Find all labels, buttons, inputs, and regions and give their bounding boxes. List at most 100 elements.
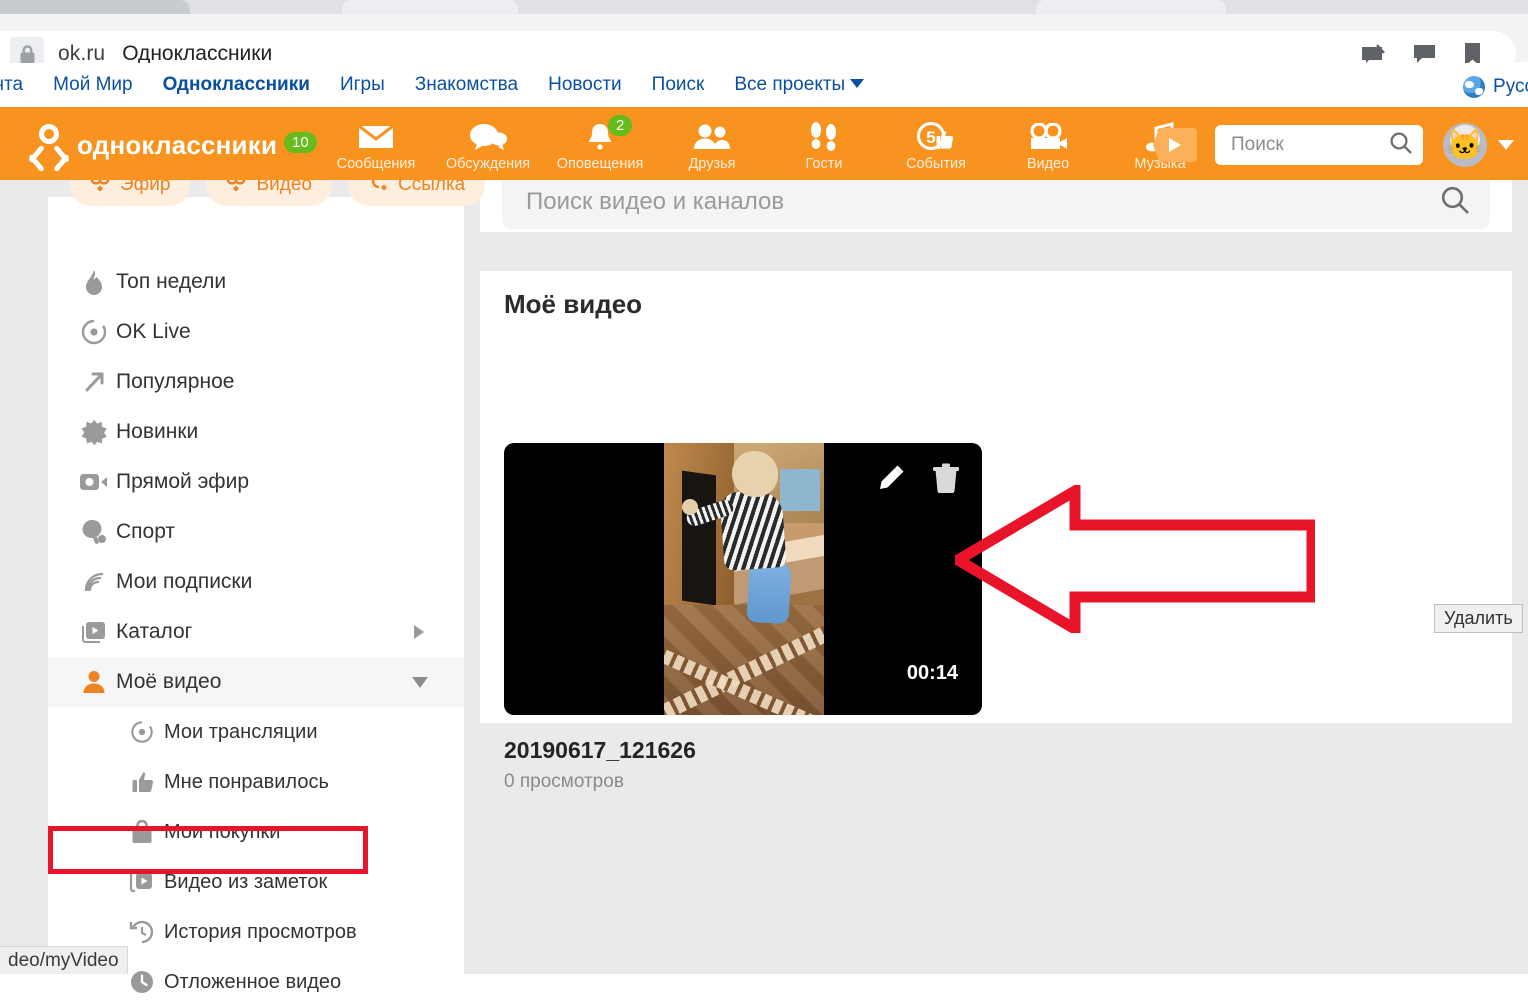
portal-link-novosti[interactable]: Новости <box>548 74 622 96</box>
sidebar-item-top-nedeli[interactable]: Топ недели <box>48 257 464 307</box>
cat-avatar-glyph: 🐱 <box>1446 131 1483 161</box>
chevron-down-icon[interactable] <box>1498 140 1514 150</box>
notifications-badge: 2 <box>608 115 632 136</box>
page-body: Топ недели OK Live Популярное Новинки Пр <box>0 180 1528 974</box>
nav-label: Гости <box>806 156 843 172</box>
video-thumbnail[interactable]: 00:14 <box>504 443 982 715</box>
sidebar-item-video-iz-zametok[interactable]: Видео из заметок <box>48 857 464 907</box>
sidebar-item-populyarnoe[interactable]: Популярное <box>48 357 464 407</box>
browser-tab[interactable] <box>0 0 190 14</box>
ping-pong-icon <box>72 519 116 545</box>
portal-link-poisk[interactable]: Поиск <box>652 74 705 96</box>
sidebar-item-label: Прямой эфир <box>116 470 249 494</box>
sidebar-item-sport[interactable]: Спорт <box>48 507 464 557</box>
bag-icon <box>120 820 164 844</box>
sidebar-item-moi-translyatsii[interactable]: Мои трансляции <box>48 707 464 757</box>
trending-arrow-icon <box>72 369 116 395</box>
sidebar-item-label: OK Live <box>116 320 191 344</box>
ok-logo[interactable]: одноклассники 10 <box>32 124 277 166</box>
sidebar-item-label: Спорт <box>116 520 175 544</box>
nav-label: Видео <box>1027 156 1069 172</box>
sidebar-item-mne-ponravilos[interactable]: Мне понравилось <box>48 757 464 807</box>
envelope-icon <box>358 120 394 154</box>
sidebar-item-katalog[interactable]: Каталог <box>48 607 464 657</box>
portal-link-odnoklassniki[interactable]: Одноклассники <box>163 74 310 96</box>
sidebar-item-label: Мои покупки <box>164 821 280 844</box>
portal-link-znakomstva[interactable]: Знакомства <box>415 74 518 96</box>
nav-item-friends[interactable]: Друзья <box>656 110 768 180</box>
rss-icon <box>72 570 116 594</box>
nav-label: Сообщения <box>337 156 416 172</box>
video-search-card: Поиск видео и каналов <box>480 175 1512 232</box>
video-views: 0 просмотров <box>504 771 624 793</box>
video-search-box[interactable]: Поиск видео и каналов <box>502 175 1490 229</box>
pencil-icon[interactable] <box>876 463 906 498</box>
sidebar-item-ok-live[interactable]: OK Live <box>48 307 464 357</box>
catalog-icon <box>72 620 116 644</box>
nav-item-notifications[interactable]: Оповещения 2 <box>544 110 656 180</box>
thumbs-up-icon: 5 <box>917 120 955 154</box>
nav-item-messages[interactable]: Сообщения <box>320 110 432 180</box>
portal-link-label: Все проекты <box>734 74 845 95</box>
video-duration: 00:14 <box>907 662 958 685</box>
sidebar-item-label: Новинки <box>116 420 198 444</box>
status-bar-url: deo/myVideo <box>8 950 119 972</box>
play-button[interactable] <box>1153 128 1197 162</box>
nav-label: События <box>906 156 966 172</box>
portal-link-pochta[interactable]: очта <box>0 74 23 96</box>
video-search-input[interactable]: Поиск видео и каналов <box>526 188 1440 216</box>
sidebar-item-moi-podpiski[interactable]: Мои подписки <box>48 557 464 607</box>
header-search-input[interactable]: Поиск <box>1231 134 1389 156</box>
nav-item-video[interactable]: Видео <box>992 110 1104 180</box>
ok-header: одноклассники 10 Сообщения Обсуждения Оп… <box>0 110 1528 180</box>
sidebar-item-novinki[interactable]: Новинки <box>48 407 464 457</box>
sidebar-item-label: Каталог <box>116 620 192 644</box>
live-circle-icon <box>120 720 164 744</box>
nav-label: Друзья <box>688 156 735 172</box>
chevron-down-icon <box>412 677 428 688</box>
header-search-box[interactable]: Поиск <box>1215 125 1423 165</box>
chat-bubbles-icon <box>469 120 507 154</box>
nav-item-events[interactable]: 5 События 5 <box>880 110 992 180</box>
nav-label: Оповещения <box>557 156 644 172</box>
person-icon <box>72 670 116 694</box>
history-icon <box>120 920 164 944</box>
portal-link-igry[interactable]: Игры <box>340 74 385 96</box>
starburst-icon <box>72 419 116 446</box>
friends-icon <box>692 120 732 154</box>
sidebar-item-pryamoy-efir[interactable]: Прямой эфир <box>48 457 464 507</box>
sidebar-item-label: Популярное <box>116 370 234 394</box>
video-title[interactable]: 20190617_121626 <box>504 737 696 764</box>
sidebar-item-label: История просмотров <box>164 921 357 944</box>
chat-bubble-icon[interactable] <box>1412 43 1437 65</box>
thumbs-up-icon <box>120 770 164 794</box>
search-icon[interactable] <box>1440 185 1470 220</box>
nav-item-discussions[interactable]: Обсуждения <box>432 110 544 180</box>
sidebar-item-label: Мне понравилось <box>164 771 329 794</box>
avatar[interactable]: 🐱 <box>1443 123 1487 167</box>
sidebar-item-moi-pokupki[interactable]: Мои покупки <box>48 807 464 857</box>
sidebar-item-label: Видео из заметок <box>164 871 327 894</box>
browser-toolbar: ok.ru Одноклассники <box>0 14 1528 62</box>
language-switcher[interactable]: Русс <box>1463 63 1528 110</box>
sidebar-item-moyo-video[interactable]: Моё видео <box>48 657 464 707</box>
nav-item-guests[interactable]: Гости <box>768 110 880 180</box>
browser-tab[interactable] <box>1036 0 1226 14</box>
footprints-icon <box>808 120 840 154</box>
search-icon[interactable] <box>1389 131 1413 160</box>
cast-muted-icon[interactable] <box>1360 43 1386 65</box>
ok-brand-label: одноклассники <box>77 130 277 161</box>
sidebar-item-label: Моё видео <box>116 670 221 694</box>
portal-links-bar: очта Мой Мир Одноклассники Игры Знакомст… <box>0 63 1528 110</box>
video-camera-icon <box>1028 120 1068 154</box>
browser-tab[interactable] <box>342 0 518 14</box>
ok-logo-icon <box>32 124 66 166</box>
sidebar-item-label: Мои трансляции <box>164 721 318 744</box>
chevron-right-icon <box>414 625 424 639</box>
svg-text:5: 5 <box>926 128 935 147</box>
sidebar: Топ недели OK Live Популярное Новинки Пр <box>48 197 464 974</box>
ok-nav: Сообщения Обсуждения Оповещения 2 Друзья <box>320 110 1216 180</box>
portal-link-vse-proekty[interactable]: Все проекты <box>734 74 864 96</box>
live-circle-icon <box>72 319 116 345</box>
portal-link-moy-mir[interactable]: Мой Мир <box>53 74 133 96</box>
